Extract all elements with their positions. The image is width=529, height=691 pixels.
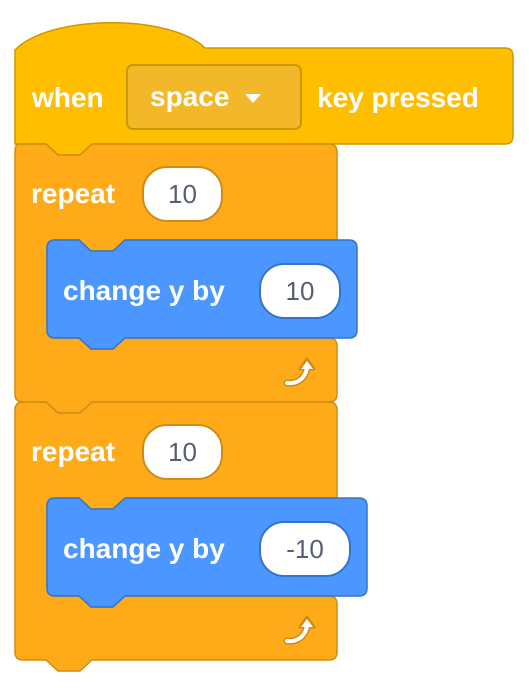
change-y-label-1: change y by: [63, 275, 225, 306]
repeat-label-1: repeat: [31, 178, 116, 209]
key-pressed-label: key pressed: [317, 82, 479, 113]
repeat-count-input-2[interactable]: 10: [142, 424, 223, 480]
change-y-input-1[interactable]: 10: [259, 263, 341, 319]
key-dropdown[interactable]: space: [126, 64, 302, 130]
loop-arrow-icon: [283, 357, 316, 387]
when-label: when: [32, 82, 104, 113]
repeat-label-2: repeat: [31, 436, 116, 467]
dropdown-arrow-icon: [245, 93, 262, 103]
repeat-count-input-1[interactable]: 10: [142, 166, 223, 222]
change-y-label-2: change y by: [63, 533, 225, 564]
loop-arrow-icon: [283, 615, 316, 645]
key-dropdown-value: space: [150, 81, 230, 112]
change-y-input-2[interactable]: -10: [259, 521, 351, 577]
